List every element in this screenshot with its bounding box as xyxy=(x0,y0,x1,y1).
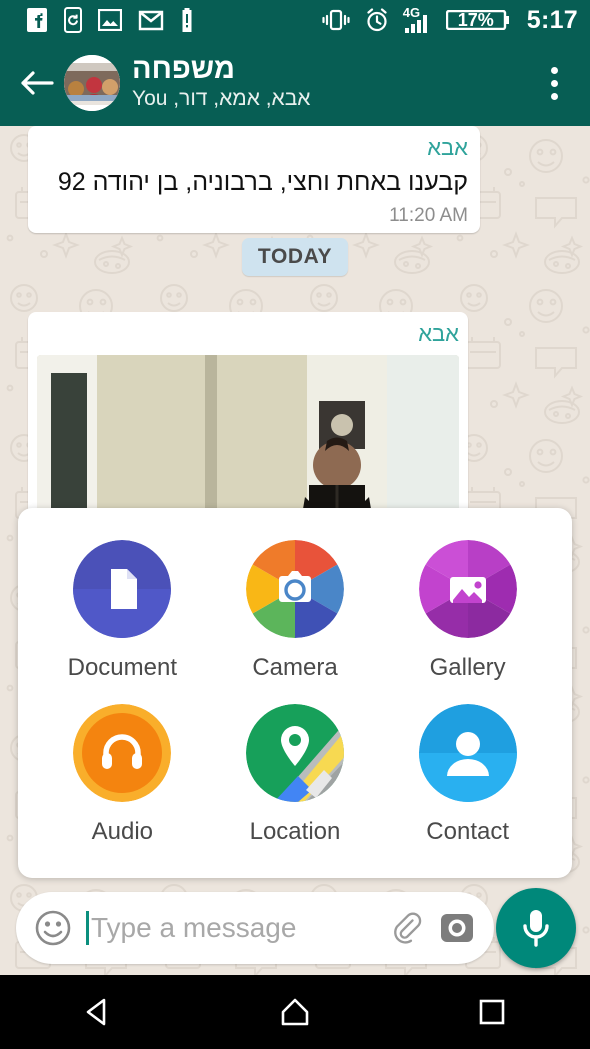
voice-record-button[interactable] xyxy=(496,888,576,968)
status-bar: 4G 17% 5:17 xyxy=(0,0,590,40)
audio-disc xyxy=(73,704,172,802)
signal-4g-icon: 4G xyxy=(403,5,433,33)
battery-indicator: 17% xyxy=(445,7,510,33)
composer-bar: Type a message xyxy=(0,886,590,972)
location-icon xyxy=(245,704,344,802)
kebab-dot xyxy=(550,79,558,87)
avatar-photo xyxy=(64,55,120,111)
status-system-icons: 4G 17% 5:17 xyxy=(321,5,578,35)
attachment-item-gallery[interactable]: Gallery xyxy=(381,540,554,682)
document-icon xyxy=(73,540,172,638)
message-input[interactable]: Type a message xyxy=(91,912,374,944)
attachment-label: Document xyxy=(67,654,178,681)
attachment-grid: Document Camera Gallery Audio Location C… xyxy=(36,540,554,846)
emoji-smiley-icon[interactable] xyxy=(34,909,72,947)
phone-screen: 4G 17% 5:17 משפחה אבא, אמא, דור, You אבא… xyxy=(0,0,590,1049)
recents-square-icon xyxy=(479,999,504,1025)
chat-header: משפחה אבא, אמא, דור, You xyxy=(0,40,590,126)
back-button[interactable] xyxy=(14,60,60,106)
attachment-label: Location xyxy=(249,818,341,845)
attachment-item-audio[interactable]: Audio xyxy=(36,704,209,846)
date-chip-label: TODAY xyxy=(241,238,349,276)
attachment-label: Camera xyxy=(252,654,338,681)
attachment-label: Audio xyxy=(91,818,154,845)
nav-home-button[interactable] xyxy=(250,975,340,1049)
attach-button[interactable] xyxy=(386,908,426,948)
facebook-icon xyxy=(27,8,47,32)
message-timestamp: 11:20 AM xyxy=(389,205,468,227)
gallery-disc xyxy=(418,540,517,638)
attachment-panel: Document Camera Gallery Audio Location C… xyxy=(18,508,572,878)
header-titles[interactable]: משפחה אבא, אמא, דור, You xyxy=(132,52,532,113)
camera-button[interactable] xyxy=(438,909,476,947)
clock-label: 5:17 xyxy=(526,5,578,34)
nav-recents-button[interactable] xyxy=(447,975,537,1049)
phone-sync-icon xyxy=(64,7,82,33)
contact-icon xyxy=(418,704,517,802)
status-notification-icons xyxy=(26,7,194,33)
attachment-label: Gallery xyxy=(429,654,506,681)
contact-disc xyxy=(418,704,517,802)
vibrate-icon xyxy=(322,9,350,31)
arrow-left-icon xyxy=(21,71,54,95)
camera-icon xyxy=(246,540,344,638)
location-disc xyxy=(245,704,344,802)
attachment-label: Contact xyxy=(426,818,510,845)
message-text: קבענו באחת וחצי, ברבוניה, בן יהודה 92 xyxy=(57,167,468,196)
camera-disc xyxy=(246,540,344,638)
text-cursor xyxy=(86,911,89,945)
overflow-menu-button[interactable] xyxy=(532,55,576,111)
kebab-dot xyxy=(550,92,558,100)
battery-alert-icon xyxy=(182,8,192,32)
android-navigation-bar xyxy=(0,975,590,1049)
message-sender: אבא xyxy=(418,321,459,346)
back-triangle-icon xyxy=(87,998,106,1026)
battery-percent-label: 17% xyxy=(457,9,494,30)
microphone-icon xyxy=(523,910,549,947)
paperclip-icon xyxy=(394,912,422,944)
attachment-item-document[interactable]: Document xyxy=(36,540,209,682)
group-name: משפחה xyxy=(132,52,235,85)
home-icon xyxy=(281,998,309,1026)
message-sender: אבא xyxy=(427,135,468,160)
gallery-icon xyxy=(418,540,517,638)
group-participants: אבא, אמא, דור, You xyxy=(132,87,311,111)
attachment-item-location[interactable]: Location xyxy=(209,704,382,846)
image-icon xyxy=(98,9,122,31)
gmail-icon xyxy=(138,10,164,30)
attachment-item-camera[interactable]: Camera xyxy=(209,540,382,682)
document-disc xyxy=(73,540,172,638)
nav-back-button[interactable] xyxy=(53,975,143,1049)
date-divider: TODAY xyxy=(0,238,590,276)
attachment-item-contact[interactable]: Contact xyxy=(381,704,554,846)
audio-icon xyxy=(73,704,172,802)
alarm-icon xyxy=(367,8,387,32)
message-input-container[interactable]: Type a message xyxy=(16,892,494,964)
message-bubble[interactable]: אבא קבענו באחת וחצי, ברבוניה, בן יהודה 9… xyxy=(28,126,480,234)
group-avatar[interactable] xyxy=(64,55,120,111)
camera-icon xyxy=(441,914,473,942)
kebab-dot xyxy=(550,66,558,74)
